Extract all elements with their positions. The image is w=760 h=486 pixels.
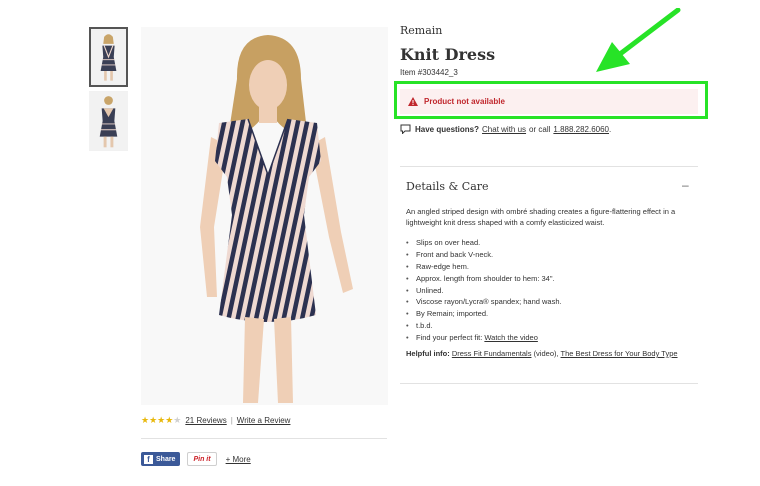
details-bullet-list: Slips on over head. Front and back V-nec… xyxy=(406,237,562,344)
thumbnail-back-image xyxy=(89,91,128,151)
more-share-link[interactable]: + More xyxy=(226,455,251,464)
questions-row: Have questions? Chat with us or call 1.8… xyxy=(400,124,611,134)
divider-left xyxy=(141,438,387,439)
dress-fit-link[interactable]: Dress Fit Fundamentals xyxy=(452,349,532,358)
list-item: Approx. length from shoulder to hem: 34"… xyxy=(406,273,562,285)
reviews-count-link[interactable]: 21 Reviews xyxy=(185,416,226,425)
chat-bubble-icon xyxy=(400,124,411,134)
details-description: An angled striped design with ombré shad… xyxy=(406,207,676,227)
annotation-arrow-icon xyxy=(596,8,681,72)
product-title: Knit Dress xyxy=(400,45,496,64)
model-dress-illustration xyxy=(141,27,388,405)
helpful-middle-text: (video), xyxy=(533,349,559,358)
or-call-text: or call xyxy=(529,124,551,134)
divider-details-top xyxy=(400,166,698,167)
thumbnail-front[interactable] xyxy=(89,27,128,87)
watch-video-link[interactable]: Watch the video xyxy=(484,333,538,342)
reviews-separator: | xyxy=(230,416,233,425)
pinterest-label: Pin it xyxy=(193,455,211,463)
questions-period: . xyxy=(609,124,612,134)
questions-label: Have questions? xyxy=(415,124,480,134)
phone-link[interactable]: 1.888.282.6060 xyxy=(553,125,609,134)
item-number: Item #303442_3 xyxy=(400,68,458,77)
thumbnail-front-image xyxy=(91,30,126,84)
thumbnail-back[interactable] xyxy=(89,91,128,151)
reviews-row: ★★★★★ 21 Reviews | Write a Review xyxy=(141,415,290,426)
rating-stars[interactable]: ★★★★★ xyxy=(141,415,181,426)
list-item: Viscose rayon/Lycra® spandex; hand wash. xyxy=(406,296,562,308)
divider-details-bottom xyxy=(400,383,698,384)
product-main-image[interactable] xyxy=(141,27,388,405)
list-item: t.b.d. xyxy=(406,320,562,332)
list-item: By Remain; imported. xyxy=(406,308,562,320)
list-item: Front and back V-neck. xyxy=(406,249,562,261)
facebook-icon: f xyxy=(144,454,153,464)
star-filled-icon: ★★★★ xyxy=(141,415,174,425)
list-item: Slips on over head. xyxy=(406,237,562,249)
helpful-label: Helpful info: xyxy=(406,349,450,358)
fit-list-item: Find your perfect fit: Watch the video xyxy=(406,332,562,344)
facebook-share-button[interactable]: f Share xyxy=(141,452,181,466)
write-review-link[interactable]: Write a Review xyxy=(237,416,291,425)
best-dress-link[interactable]: The Best Dress for Your Body Type xyxy=(561,349,678,358)
social-share-row: f Share Pin it + More xyxy=(141,452,251,466)
product-brand[interactable]: Remain xyxy=(400,24,442,37)
list-item: Unlined. xyxy=(406,285,562,297)
fit-label: Find your perfect fit: xyxy=(416,333,483,343)
list-item: Raw-edge hem. xyxy=(406,261,562,273)
details-care-heading[interactable]: Details & Care xyxy=(406,180,489,193)
minus-icon[interactable]: – xyxy=(682,178,689,192)
pinterest-button[interactable]: Pin it xyxy=(187,452,217,466)
annotation-highlight-box xyxy=(394,81,708,119)
star-empty-icon: ★ xyxy=(173,415,182,425)
facebook-share-label: Share xyxy=(156,455,176,463)
helpful-info: Helpful info: Dress Fit Fundamentals (vi… xyxy=(406,349,678,358)
chat-link[interactable]: Chat with us xyxy=(482,125,526,134)
